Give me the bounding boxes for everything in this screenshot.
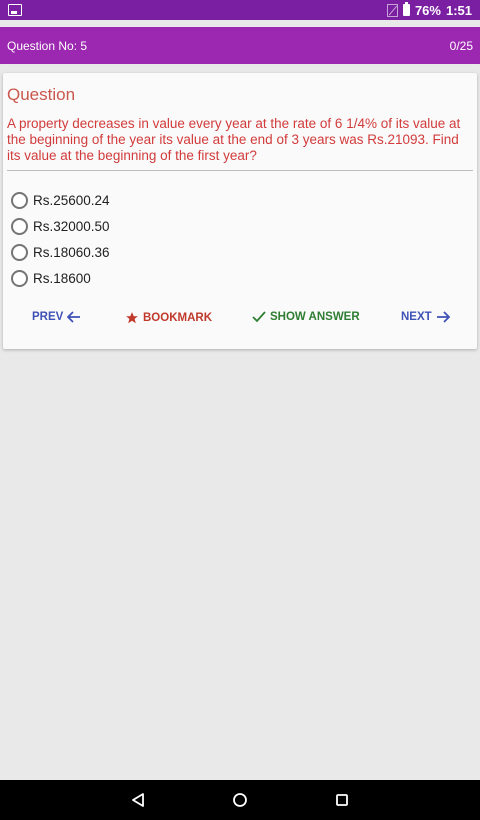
show-answer-label: SHOW ANSWER bbox=[270, 311, 360, 323]
arrow-left-icon bbox=[67, 311, 81, 323]
show-answer-button[interactable]: SHOW ANSWER bbox=[252, 311, 360, 323]
bookmark-label: BOOKMARK bbox=[143, 312, 212, 324]
next-button[interactable]: NEXT bbox=[401, 311, 450, 323]
option-1[interactable]: Rs.25600.24 bbox=[11, 187, 110, 213]
option-3[interactable]: Rs.18060.36 bbox=[11, 239, 110, 265]
battery-icon bbox=[402, 2, 410, 16]
no-sim-icon bbox=[386, 3, 398, 17]
arrow-right-icon bbox=[436, 311, 450, 323]
app-bar: Question No: 5 0/25 bbox=[0, 27, 480, 64]
question-text: A property decreases in value every year… bbox=[7, 116, 461, 163]
bookmark-button[interactable]: BOOKMARK bbox=[125, 311, 212, 325]
radio-button[interactable] bbox=[11, 217, 28, 235]
status-right: 76% 1:51 bbox=[386, 2, 472, 18]
radio-button[interactable] bbox=[11, 191, 28, 209]
option-label: Rs.25600.24 bbox=[33, 192, 110, 208]
status-bar: 76% 1:51 bbox=[0, 0, 480, 20]
home-circle-icon bbox=[233, 793, 247, 807]
check-icon bbox=[252, 311, 266, 323]
battery-percent: 76% bbox=[414, 2, 441, 18]
recent-square-icon bbox=[336, 794, 348, 806]
action-bar: PREV BOOKMARK SHOW ANSWER NEXT bbox=[3, 311, 477, 331]
option-label: Rs.32000.50 bbox=[33, 218, 110, 234]
options-list: Rs.25600.24 Rs.32000.50 Rs.18060.36 Rs.1… bbox=[11, 187, 110, 291]
question-heading: Question bbox=[7, 85, 76, 104]
option-4[interactable]: Rs.18600 bbox=[11, 265, 110, 291]
back-triangle-icon bbox=[132, 793, 144, 807]
star-icon bbox=[126, 312, 138, 324]
radio-button[interactable] bbox=[11, 243, 28, 261]
recent-apps-button[interactable] bbox=[322, 780, 362, 820]
radio-button[interactable] bbox=[11, 269, 28, 287]
divider bbox=[7, 170, 473, 171]
prev-button[interactable]: PREV bbox=[32, 311, 81, 323]
status-time: 1:51 bbox=[445, 2, 472, 18]
image-icon bbox=[8, 4, 22, 16]
option-label: Rs.18060.36 bbox=[33, 244, 110, 260]
back-button[interactable] bbox=[118, 780, 158, 820]
navigation-bar bbox=[0, 780, 480, 820]
option-label: Rs.18600 bbox=[33, 270, 91, 286]
next-label: NEXT bbox=[401, 311, 432, 323]
option-2[interactable]: Rs.32000.50 bbox=[11, 213, 110, 239]
score-progress: 0/25 bbox=[449, 38, 473, 53]
home-button[interactable] bbox=[220, 780, 260, 820]
prev-label: PREV bbox=[32, 311, 64, 323]
question-number: Question No: 5 bbox=[7, 38, 88, 53]
question-card: Question A property decreases in value e… bbox=[3, 73, 477, 349]
